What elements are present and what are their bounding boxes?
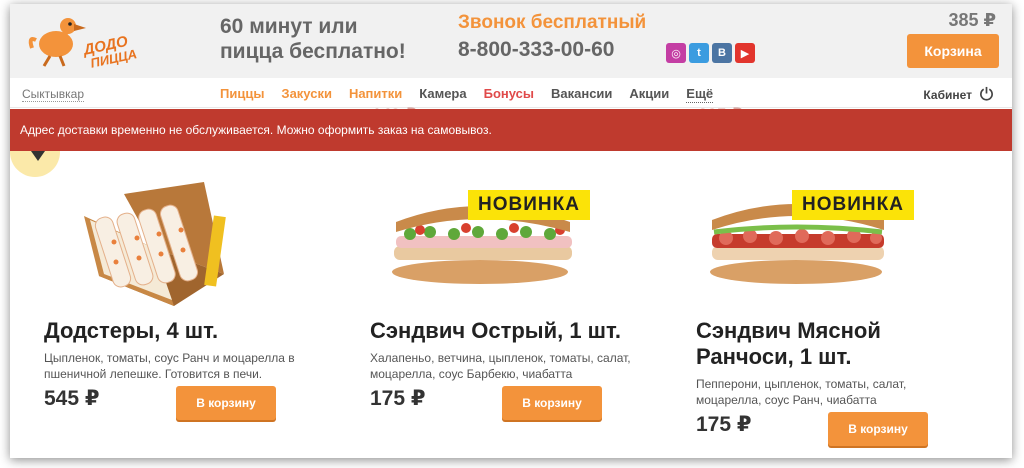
nav-item-promotions[interactable]: Акции <box>629 86 669 103</box>
product-image-dodsters[interactable] <box>44 176 344 306</box>
social-links: ◎ t В ▶ <box>666 43 755 63</box>
phone-number[interactable]: 8-800-333-00-60 <box>458 36 646 64</box>
nav-item-bonuses[interactable]: Бонусы <box>484 86 534 103</box>
product-card: Додстеры, 4 шт. Цыпленок, томаты, соус Р… <box>44 176 344 456</box>
add-to-cart-button[interactable]: В корзину <box>828 412 928 446</box>
product-title[interactable]: Додстеры, 4 шт. <box>44 318 344 344</box>
nav-item-pizza[interactable]: Пиццы <box>220 86 264 103</box>
browser-viewport: ДОДО ПИЦЦА 60 минут или пицца бесплатно!… <box>10 4 1012 458</box>
product-price: 545 ₽ <box>44 387 100 410</box>
product-description: Пепперони, цыпленок, томаты, салат, моца… <box>696 377 907 407</box>
promo-line-1: 60 минут или <box>220 15 358 38</box>
dodo-logo[interactable]: ДОДО ПИЦЦА <box>22 10 152 71</box>
cabinet-link[interactable]: Кабинет <box>923 88 972 102</box>
nav-item-camera[interactable]: Камера <box>419 86 466 103</box>
product-title[interactable]: Сэндвич Мясной Ранчоси, 1 шт. <box>696 318 926 370</box>
nav-item-more[interactable]: Ещё <box>686 86 714 103</box>
city-selector[interactable]: Сыктывкар <box>22 87 85 102</box>
site-header: ДОДО ПИЦЦА 60 минут или пицца бесплатно!… <box>10 4 1012 78</box>
product-price: 175 ₽ <box>370 387 426 410</box>
twitter-icon[interactable]: t <box>689 43 709 63</box>
add-to-cart-button[interactable]: В корзину <box>502 386 602 420</box>
call-label: Звонок бесплатный <box>458 12 647 33</box>
product-card: НОВИНКА Сэндвич Острый, 1 шт. Халапеньо,… <box>370 176 670 456</box>
product-card: НОВИНКА Сэндвич Мясной Ранчоси, 1 шт. Пе… <box>696 176 996 456</box>
nav-item-vacancies[interactable]: Вакансии <box>551 86 612 103</box>
nav-item-drinks[interactable]: Напитки <box>349 86 402 103</box>
vk-icon[interactable]: В <box>712 43 732 63</box>
marker-arrow-icon <box>31 151 45 161</box>
instagram-icon[interactable]: ◎ <box>666 43 686 63</box>
alert-message: Адрес доставки временно не обслуживается… <box>20 123 492 137</box>
call-block: Звонок бесплатный 8-800-333-00-60 <box>458 12 646 64</box>
delivery-alert: Адрес доставки временно не обслуживается… <box>10 109 1012 151</box>
product-description: Цыпленок, томаты, соус Ранч и моцарелла … <box>44 351 295 381</box>
promo-line-2: пицца бесплатно! <box>220 40 406 63</box>
product-description: Халапеньо, ветчина, цыпленок, томаты, са… <box>370 351 631 381</box>
cart-button[interactable]: Корзина <box>907 34 999 68</box>
nav-item-snacks[interactable]: Закуски <box>281 86 332 103</box>
new-badge: НОВИНКА <box>468 190 590 220</box>
add-to-cart-button[interactable]: В корзину <box>176 386 276 420</box>
nav-items: Пиццы Закуски Напитки Камера Бонусы Вака… <box>220 86 714 103</box>
product-title[interactable]: Сэндвич Острый, 1 шт. <box>370 318 670 344</box>
new-badge: НОВИНКА <box>792 190 914 220</box>
product-price: 175 ₽ <box>696 413 752 436</box>
cart-total: 385 ₽ <box>948 10 996 30</box>
main-nav: Сыктывкар Пиццы Закуски Напитки Камера Б… <box>10 78 1012 108</box>
promo-text: 60 минут или пицца бесплатно! <box>220 14 420 64</box>
power-icon[interactable] <box>979 86 994 101</box>
youtube-icon[interactable]: ▶ <box>735 43 755 63</box>
